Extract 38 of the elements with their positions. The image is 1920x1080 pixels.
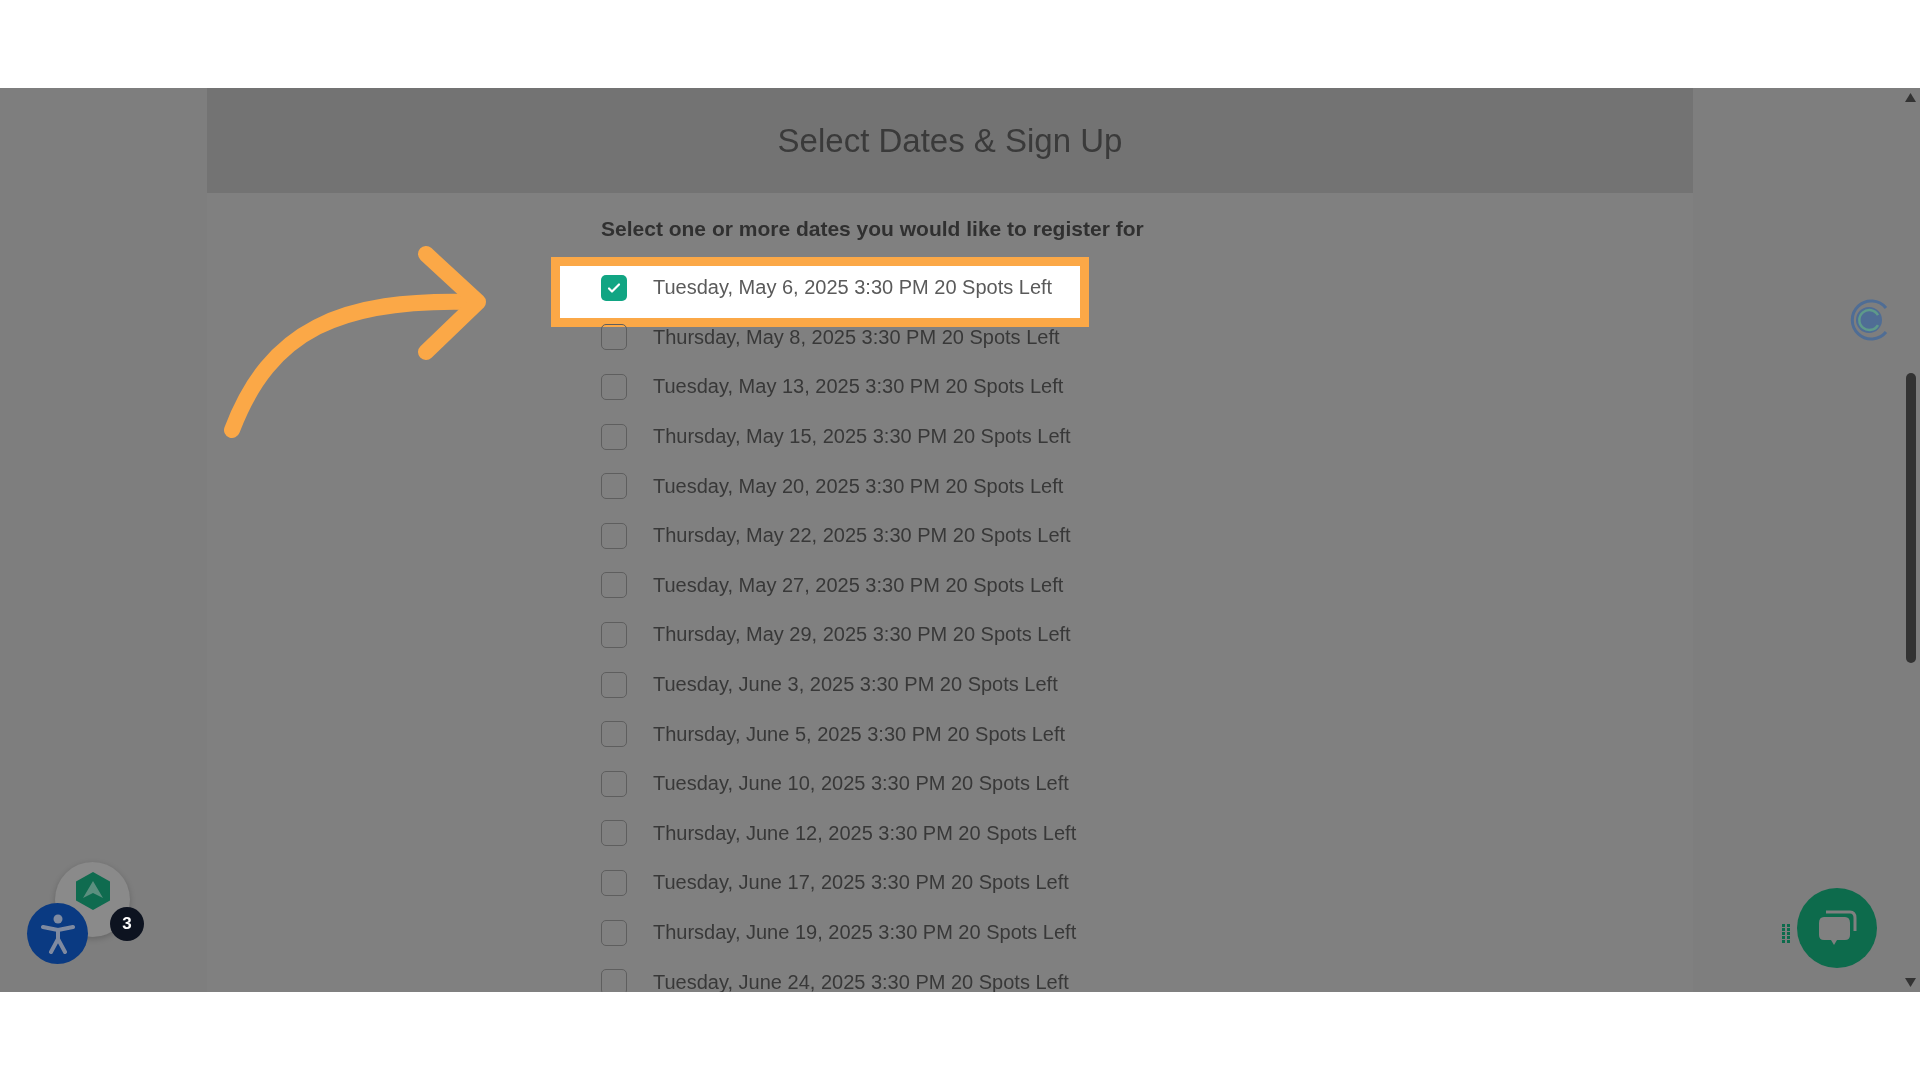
scroll-up-icon[interactable] xyxy=(1905,93,1916,102)
chat-bubble-icon xyxy=(1817,909,1857,947)
checkbox[interactable] xyxy=(601,522,627,549)
drag-handle-icon[interactable] xyxy=(1782,924,1790,944)
prompt-text: Select one or more dates you would like to register for xyxy=(601,217,1145,241)
date-option-label[interactable]: Thursday, May 22, 2025 3:30 PM 20 Spots Left xyxy=(653,524,1071,548)
date-option-label[interactable]: Tuesday, June 17, 2025 3:30 PM 20 Spots Left xyxy=(653,871,1069,895)
date-option-label[interactable]: Tuesday, May 20, 2025 3:30 PM 20 Spots Left xyxy=(653,474,1064,498)
checkbox[interactable] xyxy=(601,473,627,500)
date-option-label[interactable]: Tuesday, June 24, 2025 3:30 PM 20 Spots Left xyxy=(653,970,1069,992)
accessibility-icon xyxy=(40,913,75,954)
date-option-label[interactable]: Thursday, June 19, 2025 3:30 PM 20 Spots Left xyxy=(653,921,1077,944)
checkbox[interactable] xyxy=(601,374,627,400)
checkbox[interactable] xyxy=(601,621,627,648)
date-option-label[interactable]: Thursday, June 5, 2025 3:30 PM 20 Spots Left xyxy=(653,722,1066,746)
checkbox[interactable] xyxy=(601,423,627,450)
section-title: Select Dates & Sign Up xyxy=(777,121,1123,160)
date-option-label[interactable]: Tuesday, June 3, 2025 3:30 PM 20 Spots Left xyxy=(653,673,1058,697)
checkbox[interactable] xyxy=(601,671,627,698)
checkbox[interactable] xyxy=(601,572,627,599)
date-option-label[interactable]: Thursday, June 12, 2025 3:30 PM 20 Spots Left xyxy=(653,821,1077,845)
checkbox[interactable] xyxy=(601,770,627,797)
hexagon-logo-icon xyxy=(74,871,111,910)
checkbox[interactable] xyxy=(601,919,627,946)
date-option-label[interactable]: Thursday, May 15, 2025 3:30 PM 20 Spots Left xyxy=(653,425,1071,449)
checkbox[interactable] xyxy=(601,274,627,301)
checkbox[interactable] xyxy=(601,721,627,748)
date-option-label[interactable]: Tuesday, May 6, 2025 3:30 PM 20 Spots Left xyxy=(653,276,1053,300)
date-option-label[interactable]: Thursday, May 29, 2025 3:30 PM 20 Spots Left xyxy=(653,623,1071,647)
checkbox[interactable] xyxy=(601,869,627,896)
checkbox[interactable] xyxy=(601,324,627,351)
date-option-label[interactable]: Thursday, May 8, 2025 3:30 PM 20 Spots Left xyxy=(653,325,1060,349)
scrollbar-thumb[interactable] xyxy=(1906,373,1916,663)
scroll-down-icon[interactable] xyxy=(1905,978,1916,987)
date-option-label[interactable]: Tuesday, May 13, 2025 3:30 PM 20 Spots Left xyxy=(653,375,1064,399)
date-option-label[interactable]: Tuesday, May 27, 2025 3:30 PM 20 Spots Left xyxy=(653,573,1064,597)
date-option-label[interactable]: Tuesday, June 10, 2025 3:30 PM 20 Spots Left xyxy=(653,772,1069,796)
checkbox[interactable] xyxy=(601,820,627,847)
